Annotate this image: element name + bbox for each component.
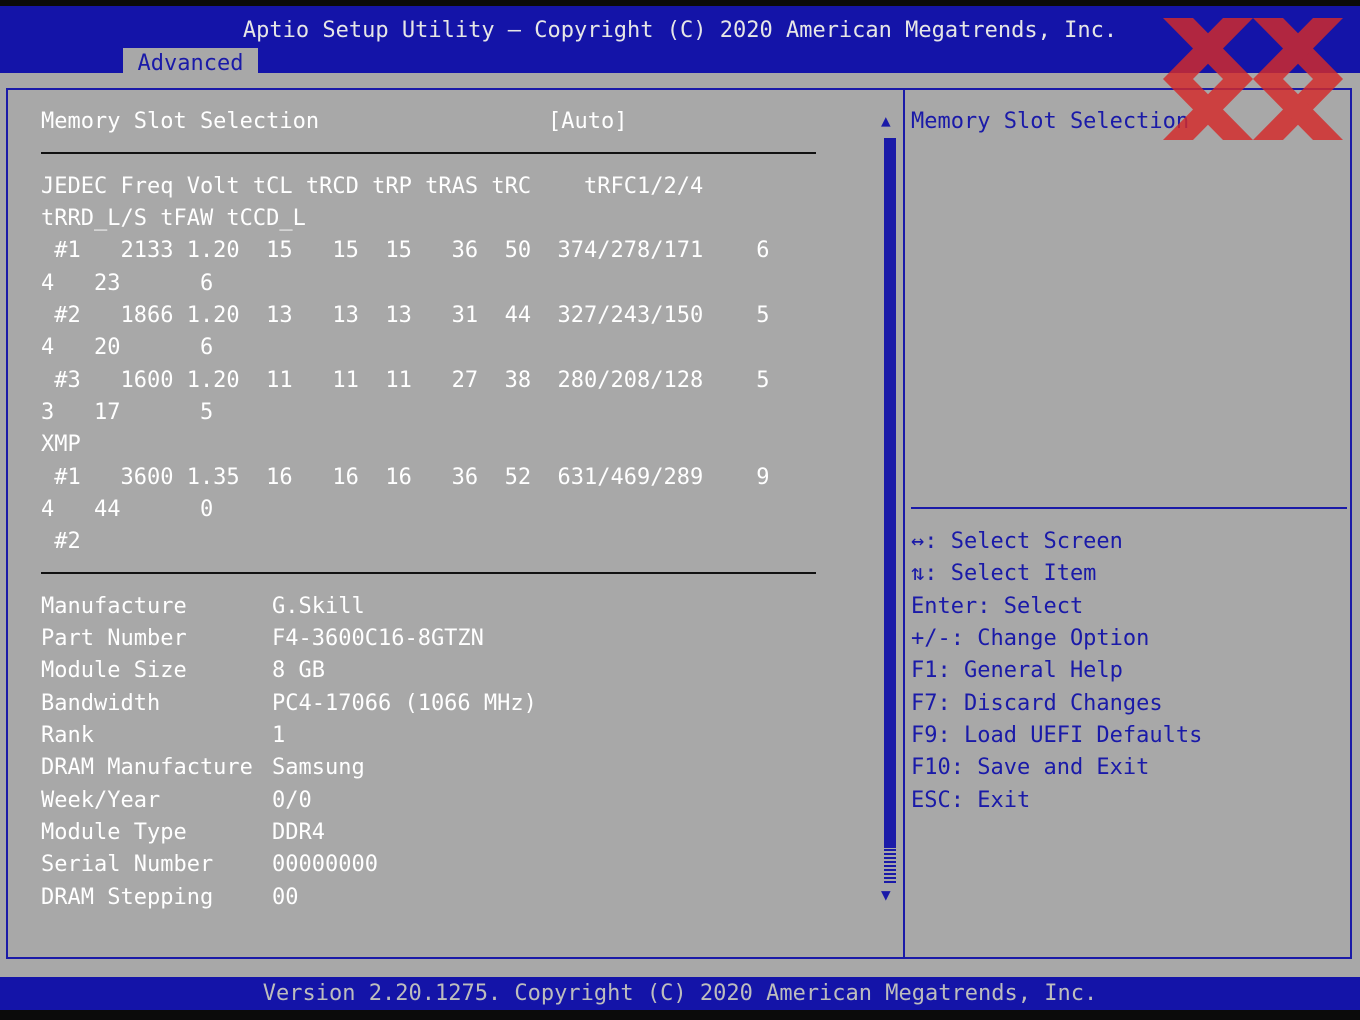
section-divider (41, 572, 816, 574)
timings-header-line1: JEDEC Freq Volt tCL tRCD tRP tRAS tRC tR… (41, 174, 704, 199)
timing-row: 4 20 6 (41, 335, 214, 360)
app-title: Aptio Setup Utility – Copyright (C) 2020… (242, 18, 1118, 43)
timing-row: #1 3600 1.35 16 16 16 36 52 631/469/289 … (41, 465, 770, 490)
scroll-up-arrow-icon[interactable]: ▲ (881, 111, 891, 131)
key-help-general-help: F1: General Help (911, 658, 1123, 683)
section-divider (41, 152, 816, 154)
info-value: PC4-17066 (1066 MHz) (272, 691, 537, 716)
timing-row: 3 17 5 (41, 400, 214, 425)
watermark-logo (1163, 18, 1343, 140)
scroll-down-arrow-icon[interactable]: ▼ (881, 885, 891, 905)
info-value: 00 (272, 885, 299, 910)
footer-version-text: Version 2.20.1275. Copyright (C) 2020 Am… (262, 981, 1098, 1006)
key-help-select-screen: ↔: Select Screen (911, 529, 1123, 554)
key-help-change-option: +/-: Change Option (911, 626, 1150, 651)
panel-divider (903, 88, 905, 959)
info-label: Bandwidth (41, 691, 161, 716)
timing-row: #2 1866 1.20 13 13 13 31 44 327/243/150 … (41, 303, 770, 328)
scrollbar-thumb[interactable] (884, 848, 896, 883)
key-help-save-exit: F10: Save and Exit (911, 755, 1150, 780)
info-value: Samsung (272, 755, 365, 780)
scrollbar-track[interactable] (884, 138, 896, 883)
key-help-enter: Enter: Select (911, 594, 1084, 619)
memory-slot-selection-label[interactable]: Memory Slot Selection (41, 107, 319, 137)
timing-row: #2 (41, 529, 81, 554)
timing-row: 4 44 0 (41, 497, 214, 522)
info-label: Serial Number (41, 852, 214, 877)
info-value: DDR4 (272, 820, 325, 845)
timing-row: XMP (41, 432, 81, 457)
help-divider (911, 507, 1347, 509)
key-help-select-item: ⇅: Select Item (911, 561, 1097, 586)
title-bar: Aptio Setup Utility – Copyright (C) 2020… (0, 6, 1360, 79)
info-label: DRAM Manufacture (41, 755, 253, 780)
footer-bar: Version 2.20.1275. Copyright (C) 2020 Am… (0, 977, 1360, 1010)
help-description: Memory Slot Selection (911, 109, 1190, 134)
key-help-discard-changes: F7: Discard Changes (911, 691, 1163, 716)
timing-row: #1 2133 1.20 15 15 15 36 50 374/278/171 … (41, 238, 770, 263)
timing-row: #3 1600 1.20 11 11 11 27 38 280/208/128 … (41, 368, 770, 393)
info-label: Part Number (41, 626, 187, 651)
key-help-load-defaults: F9: Load UEFI Defaults (911, 723, 1203, 748)
main-panel: Memory Slot Selection [Auto] JEDEC Freq … (0, 73, 1360, 977)
timings-header-line2: tRRD_L/S tFAW tCCD_L (41, 206, 306, 231)
info-value: 1 (272, 723, 286, 748)
info-label: Module Type (41, 820, 187, 845)
info-label: Rank (41, 723, 94, 748)
info-value: 00000000 (272, 852, 378, 877)
info-label: DRAM Stepping (41, 885, 214, 910)
info-label: Module Size (41, 658, 187, 683)
info-value: 0/0 (272, 788, 312, 813)
key-help-exit: ESC: Exit (911, 788, 1031, 813)
timing-row: 4 23 6 (41, 271, 214, 296)
info-value: F4-3600C16-8GTZN (272, 626, 484, 651)
info-value: G.Skill (272, 594, 365, 619)
memory-slot-selection-value[interactable]: [Auto] (548, 107, 627, 137)
info-label: Manufacture (41, 594, 187, 619)
info-value: 8 GB (272, 658, 325, 683)
info-label: Week/Year (41, 788, 161, 813)
